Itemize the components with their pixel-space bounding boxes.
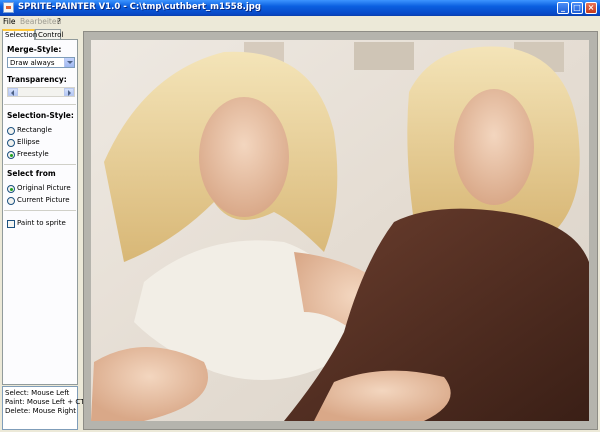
close-button[interactable]: ×	[585, 2, 597, 14]
left-figure-face	[199, 97, 289, 217]
merge-style-select[interactable]: Draw always	[7, 57, 75, 68]
menu-bar: File Bearbeiten ?	[0, 16, 600, 29]
divider	[4, 104, 76, 105]
radio-freestyle-label: Freestyle	[17, 150, 49, 158]
tab-selection[interactable]: Selection	[2, 29, 37, 40]
radio-current-picture[interactable]	[7, 197, 15, 205]
tab-control[interactable]: Control	[35, 29, 63, 39]
divider	[4, 164, 76, 165]
merge-style-value: Draw always	[10, 59, 55, 67]
radio-ellipse-label: Ellipse	[17, 138, 40, 146]
right-figure-face	[454, 89, 534, 205]
app-icon	[3, 2, 14, 13]
radio-original-picture-label: Original Picture	[17, 184, 71, 192]
menu-edit[interactable]: Bearbeiten	[20, 17, 61, 26]
help-line-paint: Paint: Mouse Left + CTRL	[5, 398, 94, 406]
paint-to-sprite-checkbox[interactable]	[7, 220, 15, 228]
transparency-slider[interactable]	[7, 87, 75, 97]
window-title: SPRITE-PAINTER V1.0 - C:\tmp\cuthbert_m1…	[18, 2, 261, 12]
divider	[4, 210, 76, 211]
scroll-right-icon[interactable]	[64, 88, 74, 96]
select-from-label: Select from	[7, 169, 56, 178]
help-info-box: Select: Mouse Left Paint: Mouse Left + C…	[2, 386, 93, 430]
minimize-button[interactable]: _	[557, 2, 569, 14]
merge-style-label: Merge-Style:	[7, 45, 62, 54]
menu-help[interactable]: ?	[57, 17, 61, 26]
left-panel: Selection Control Merge-Style: Draw alwa…	[0, 29, 93, 432]
radio-rectangle-label: Rectangle	[17, 126, 52, 134]
radio-freestyle[interactable]	[7, 151, 15, 159]
title-bar: SPRITE-PAINTER V1.0 - C:\tmp\cuthbert_m1…	[0, 0, 600, 16]
radio-original-picture[interactable]	[7, 185, 15, 193]
paint-to-sprite-label: Paint to sprite	[17, 219, 66, 227]
canvas-image[interactable]	[84, 32, 597, 429]
radio-current-picture-label: Current Picture	[17, 196, 70, 204]
maximize-button[interactable]: □	[571, 2, 583, 14]
transparency-label: Transparency:	[7, 75, 67, 84]
scroll-left-icon[interactable]	[8, 88, 18, 96]
canvas-area[interactable]	[83, 31, 598, 430]
help-line-delete: Delete: Mouse Right	[5, 407, 76, 415]
chevron-down-icon[interactable]	[64, 58, 74, 67]
help-line-select: Select: Mouse Left	[5, 389, 70, 397]
selection-style-label: Selection-Style:	[7, 111, 74, 120]
radio-ellipse[interactable]	[7, 139, 15, 147]
menu-file[interactable]: File	[3, 17, 16, 26]
radio-rectangle[interactable]	[7, 127, 15, 135]
selection-tab-page: Merge-Style: Draw always Transparency: S…	[2, 39, 78, 385]
